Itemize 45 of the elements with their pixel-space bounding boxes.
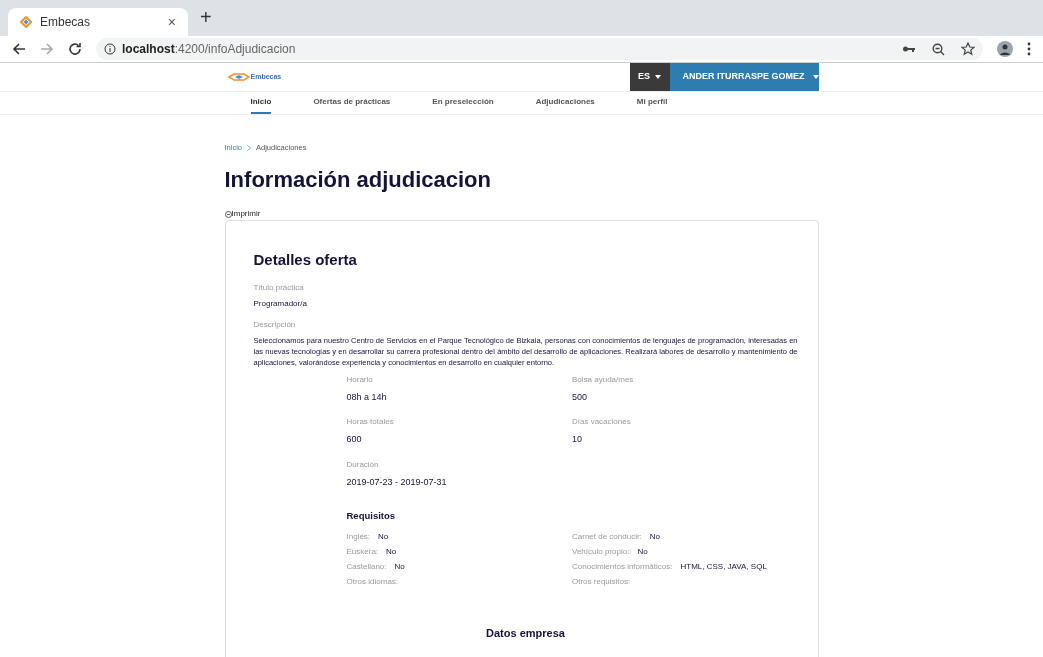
requirement-label: Vehículo propio: <box>572 546 630 556</box>
user-menu-button[interactable]: ANDER ITURRASPE GOMEZ <box>669 63 819 91</box>
url-text: localhost:4200/infoAdjudicacion <box>122 41 296 58</box>
requirement-value: No <box>386 546 397 556</box>
field-label: Título práctica <box>253 281 305 294</box>
requirement-label: Castellano: <box>346 561 387 571</box>
requirement-value: HTML, CSS, JAVA, SQL <box>680 561 767 571</box>
requirement-label: Euskera: <box>346 546 379 556</box>
field-value: 600 <box>346 433 363 447</box>
subsection-title: Requisitos <box>346 509 397 524</box>
nav-tab[interactable]: En preselección <box>432 92 494 114</box>
requirement-label: Otros idiomas: <box>346 576 399 586</box>
new-tab-button[interactable]: + <box>200 2 212 32</box>
browser-tab[interactable]: Embecas × <box>8 8 188 36</box>
address-bar[interactable]: localhost:4200/infoAdjudicacion <box>96 38 983 60</box>
close-tab-button[interactable]: × <box>167 11 176 33</box>
requirement-value: No <box>649 531 661 541</box>
field-value: 500 <box>572 390 589 404</box>
field-label: Horario <box>346 373 374 386</box>
nav-tab[interactable]: Mi perfil <box>636 92 668 114</box>
section-title: Datos empresa <box>485 625 566 641</box>
field-value: 10 <box>572 433 583 447</box>
language-dropdown[interactable]: ES <box>629 63 670 91</box>
field-value: 08h a 14h <box>346 390 388 404</box>
field-value: 2019-07-23 - 2019-07-31 <box>346 475 448 489</box>
field-label: Descripción <box>253 318 297 331</box>
tab-title: Embecas <box>40 14 92 31</box>
field-label: Bolsa ayuda/mes <box>572 373 635 386</box>
nav-tab[interactable]: Inicio <box>250 92 272 114</box>
requirement-value: No <box>394 561 405 571</box>
requirement-label: Otros requisitos: <box>572 576 631 586</box>
nav-tab[interactable]: Adjudicaciones <box>535 92 595 114</box>
print-link[interactable]: Imprimir <box>224 208 819 221</box>
field-label: Días vacaciones <box>572 416 632 429</box>
field-label: Horas totales <box>346 416 395 429</box>
requirement-value: No <box>637 546 648 556</box>
field-label: Duración <box>346 458 380 471</box>
requirement-label: Inglés: <box>346 531 371 541</box>
section-title: Detalles oferta <box>253 250 358 271</box>
requirement-label: Conocimientos informáticos: <box>572 561 673 571</box>
field-value: Programador/a <box>253 297 308 310</box>
nav-tab[interactable]: Ofertas de prácticas <box>313 92 391 114</box>
requirement-value: No <box>378 531 389 541</box>
page-title: Información adjudicacion <box>224 166 492 195</box>
requirement-label: Carnet de conducir: <box>572 531 642 541</box>
